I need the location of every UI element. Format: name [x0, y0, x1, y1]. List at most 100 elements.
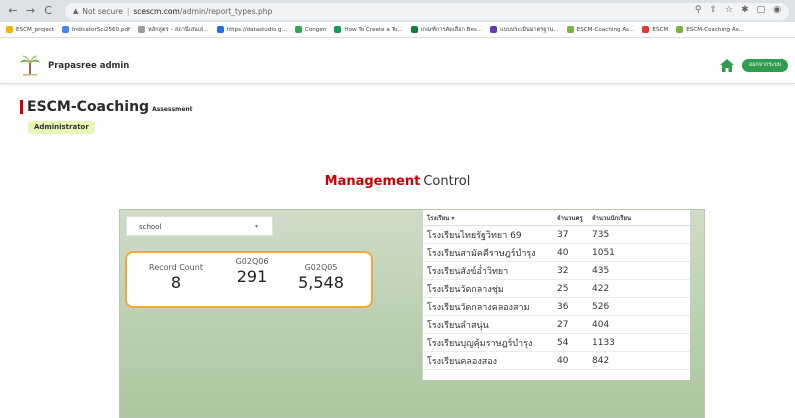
cell-teachers: 54	[557, 337, 569, 348]
bookmark-favicon-icon	[138, 26, 146, 33]
chevron-down-icon: ▾	[254, 223, 258, 230]
zoom-icon[interactable]: ⚲	[695, 5, 702, 15]
bookmark-favicon-icon	[294, 26, 302, 33]
table-row: โรงเรียนลำสนุ่น 27 404	[423, 316, 690, 334]
dashboard-panel: school ▾ Record Count 8 G02Q06 291 G02Q0…	[119, 209, 705, 418]
cell-school: โรงเรียนลำสนุ่น	[427, 320, 489, 331]
role-badge: Administrator	[28, 121, 95, 134]
bookmark-item[interactable]: How To Create a To...	[334, 26, 403, 33]
omnibox-actions: ⚲ ⇪ ☆ ✱ ▢ ◉	[695, 5, 781, 15]
palm-tree-logo-icon	[20, 55, 40, 76]
app-header: Prapasree admin ออกจากระบบ	[0, 49, 795, 84]
bookmark-item[interactable]: Congen	[294, 26, 326, 33]
browser-toolbar: ← → C ▲ Not secure | scescm.com /admin/r…	[0, 0, 795, 22]
table-row: โรงเรียนวัดกลางคลองสาม 36 526	[423, 298, 690, 316]
metric-record-count: Record Count 8	[146, 263, 206, 292]
home-icon[interactable]	[720, 59, 734, 72]
column-header-teachers[interactable]: จำนวนครู	[557, 213, 592, 223]
metric-value: 291	[236, 267, 268, 286]
cell-teachers: 32	[557, 265, 569, 276]
metric-value: 8	[170, 273, 182, 292]
bookmark-item[interactable]: ESCM-Coaching As...	[676, 26, 744, 33]
cell-students: 404	[592, 319, 610, 330]
url-path: /admin/report_types.php	[179, 6, 273, 16]
warning-triangle-icon: ▲	[72, 7, 79, 15]
back-arrow-icon[interactable]: ←	[6, 4, 20, 18]
cell-teachers: 27	[557, 319, 569, 330]
column-header-school[interactable]: โรงเรียน ▾	[423, 213, 557, 223]
school-filter-select[interactable]: school ▾	[126, 216, 273, 236]
cell-school: โรงเรียนคลองสอง	[427, 356, 498, 367]
cell-teachers: 40	[557, 355, 569, 366]
cell-teachers: 37	[557, 229, 569, 240]
bookmark-item[interactable]: หลักสูตร – สถานีเล่นเล่...	[138, 26, 209, 34]
url-host: scescm.com	[133, 6, 180, 16]
cell-teachers: 25	[557, 283, 569, 294]
window-icon[interactable]: ▢	[757, 5, 766, 15]
metric-g02q05: G02Q05 5,548	[292, 263, 350, 292]
column-header-students[interactable]: จำนวนนักเรียน	[592, 213, 682, 223]
bookmark-item[interactable]: ESCM_project	[6, 26, 54, 33]
cell-students: 1051	[592, 247, 615, 258]
bookmark-favicon-icon	[216, 26, 224, 33]
title-accent-bar	[20, 100, 23, 114]
table-header: โรงเรียน ▾ จำนวนครู จำนวนนักเรียน	[423, 210, 690, 226]
section-title: Management Control	[0, 174, 795, 189]
table-row: โรงเรียนสามัคคีราษฎร์บำรุง 40 1051	[423, 244, 690, 262]
table-row: โรงเรียนสังข์อ่ำวิทยา 32 435	[423, 262, 690, 280]
school-filter-label: school	[139, 223, 162, 231]
profile-icon[interactable]: ◉	[773, 5, 781, 15]
bookmark-item[interactable]: แบบประเมินมาตรฐาน...	[490, 26, 559, 34]
table-row: โรงเรียนไทยรัฐวิทยา 69 37 735	[423, 226, 690, 244]
cell-students: 735	[592, 229, 610, 240]
logout-button[interactable]: ออกจากระบบ	[742, 59, 788, 72]
bookmark-item[interactable]: เกณฑ์การคัดเลือก Bes...	[410, 26, 482, 34]
bookmark-item[interactable]: ESCM-Coaching As...	[566, 26, 634, 33]
bookmark-favicon-icon	[62, 26, 70, 33]
cell-students: 422	[592, 283, 610, 294]
bookmark-favicon-icon	[410, 26, 418, 33]
bookmark-favicon-icon	[676, 26, 684, 33]
metric-label: G02Q06	[235, 257, 269, 266]
bookmark-favicon-icon	[490, 26, 498, 33]
section-title-rest: Control	[423, 174, 471, 189]
cell-students: 435	[592, 265, 610, 276]
cell-students: 1133	[592, 337, 615, 348]
bookmark-item[interactable]: ESCM	[642, 26, 668, 33]
cell-school: โรงเรียนวัดกลางชุ่ม	[427, 284, 504, 295]
table-row: โรงเรียนคลองสอง 40 842	[423, 352, 690, 370]
bookmark-favicon-icon	[566, 26, 574, 33]
title-sub: Assessment	[152, 106, 193, 113]
address-bar[interactable]: ▲ Not secure | scescm.com /admin/report_…	[64, 2, 789, 20]
reload-icon[interactable]: C	[41, 4, 55, 18]
cell-students: 526	[592, 301, 610, 312]
table-row: โรงเรียนบุญคุ้มราษฎร์บำรุง 54 1133	[423, 334, 690, 352]
cell-school: โรงเรียนวัดกลางคลองสาม	[427, 302, 530, 313]
page-title: ESCM-Coaching Assessment	[20, 99, 193, 115]
metric-value: 5,548	[298, 273, 344, 292]
metric-g02q06: G02Q06 291	[227, 257, 277, 286]
cell-school: โรงเรียนไทยรัฐวิทยา 69	[427, 230, 522, 241]
table-row: โรงเรียนวัดกลางชุ่ม 25 422	[423, 280, 690, 298]
bookmark-favicon-icon	[6, 26, 13, 33]
star-icon[interactable]: ☆	[725, 5, 733, 15]
cell-teachers: 40	[557, 247, 569, 258]
metric-label: Record Count	[149, 263, 203, 272]
bookmark-item[interactable]: IndicatorSci2560.pdf	[62, 26, 130, 33]
share-icon[interactable]: ⇪	[709, 5, 717, 15]
cell-teachers: 36	[557, 301, 569, 312]
cell-students: 842	[592, 355, 610, 366]
bookmark-item[interactable]: https://datastudio.g...	[216, 26, 287, 33]
forward-arrow-icon[interactable]: →	[24, 4, 38, 18]
title-main: ESCM-Coaching	[27, 99, 150, 115]
cell-school: โรงเรียนสังข์อ่ำวิทยา	[427, 266, 509, 277]
security-status: Not secure	[82, 6, 123, 16]
bookmarks-bar: ESCM_project IndicatorSci2560.pdf หลักสู…	[0, 22, 795, 38]
bookmark-favicon-icon	[642, 26, 650, 33]
bookmark-favicon-icon	[334, 26, 342, 33]
app-brand[interactable]: Prapasree admin	[48, 61, 129, 71]
cell-school: โรงเรียนสามัคคีราษฎร์บำรุง	[427, 248, 536, 259]
extensions-icon[interactable]: ✱	[741, 5, 749, 15]
school-table: โรงเรียน ▾ จำนวนครู จำนวนนักเรียน โรงเรี…	[422, 210, 690, 380]
metric-label: G02Q05	[304, 263, 338, 272]
